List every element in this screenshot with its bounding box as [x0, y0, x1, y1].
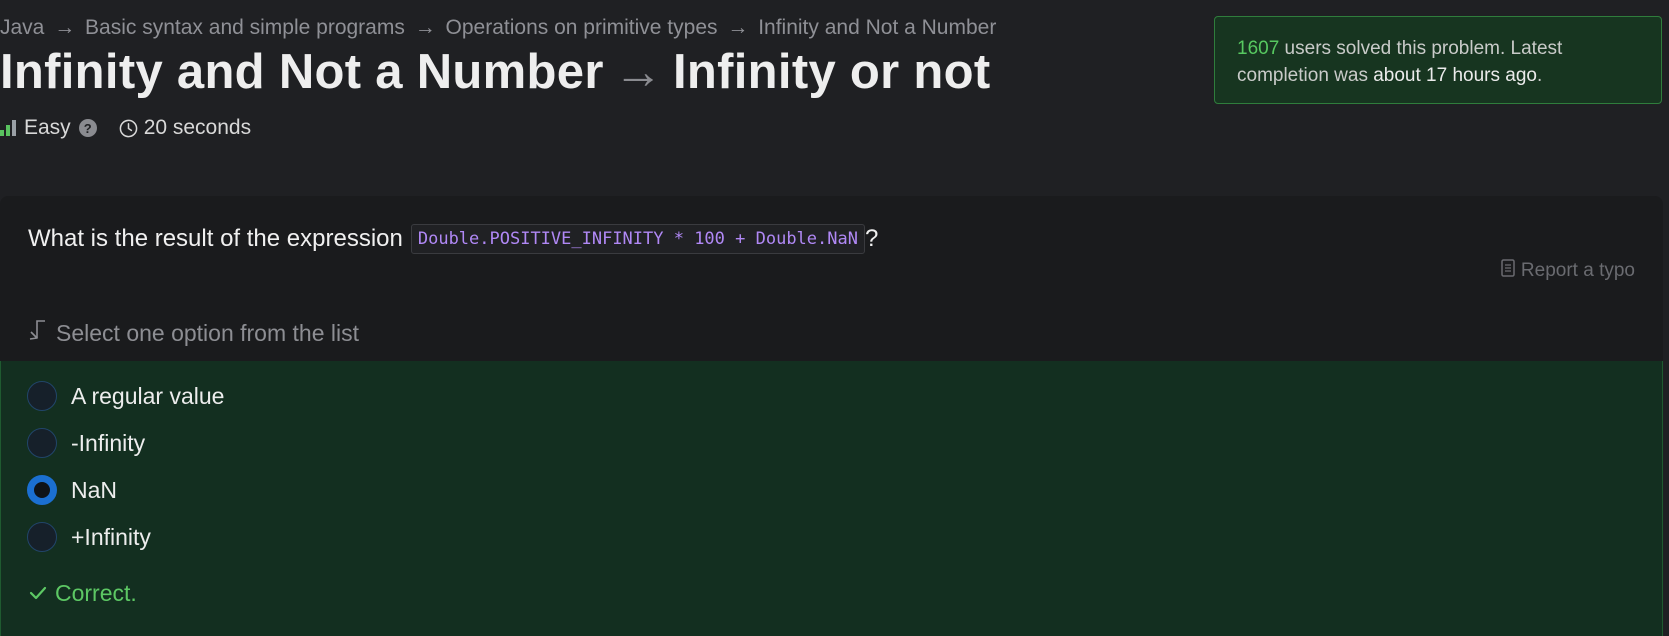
duration-label: 20 seconds [143, 116, 252, 139]
clock-icon [119, 119, 138, 138]
report-typo-link[interactable]: Report a typo [1501, 259, 1635, 283]
question-code: Double.POSITIVE_INFINITY * 100 + Double.… [410, 224, 865, 254]
question-prompt: What is the result of the expression [28, 225, 403, 252]
title-topic[interactable]: Infinity and Not a Number [0, 45, 604, 99]
problem-meta: Easy ? 20 seconds [0, 116, 251, 140]
title-arrow: → [613, 45, 663, 99]
page-title: Infinity and Not a Number → Infinity or no… [0, 44, 991, 100]
radio-button[interactable] [27, 522, 57, 552]
radio-button[interactable] [27, 428, 57, 458]
breadcrumb-separator: → [727, 16, 749, 39]
breadcrumb-separator: → [414, 16, 436, 39]
breadcrumb: Java → Basic syntax and simple programs … [0, 16, 996, 40]
breadcrumb-separator: → [54, 16, 76, 39]
page: Java → Basic syntax and simple programs … [0, 0, 1669, 636]
solved-text-end: . [1536, 65, 1543, 86]
option-label: +Infinity [71, 523, 151, 550]
help-icon[interactable]: ? [78, 119, 97, 137]
report-typo-label: Report a typo [1520, 260, 1635, 281]
option-label: A regular value [71, 382, 225, 409]
solved-stats-box: 1607 users solved this problem. Latest c… [1214, 16, 1662, 104]
option-label: -Infinity [71, 429, 146, 456]
breadcrumb-item-basic-syntax[interactable]: Basic syntax and simple programs [85, 16, 405, 39]
checkmark-icon [29, 580, 47, 607]
breadcrumb-item-operations[interactable]: Operations on primitive types [446, 16, 718, 39]
select-hint: Select one option from the list [26, 318, 359, 348]
option-negative-infinity[interactable]: -Infinity [27, 428, 145, 458]
question-suffix: ? [864, 225, 879, 252]
latest-completion-time: about 17 hours ago [1373, 65, 1537, 86]
select-hint-label: Select one option from the list [56, 319, 359, 346]
solved-count: 1607 [1237, 38, 1280, 59]
option-positive-infinity[interactable]: +Infinity [27, 522, 151, 552]
breadcrumb-item-java[interactable]: Java [0, 16, 44, 39]
return-arrow-icon [26, 318, 48, 348]
breadcrumb-item-infinity-nan[interactable]: Infinity and Not a Number [758, 16, 996, 39]
radio-button-selected[interactable] [27, 475, 57, 505]
option-label: NaN [71, 476, 118, 503]
question-text: What is the result of the expression Dou… [28, 224, 878, 254]
title-problem: Infinity or not [673, 45, 991, 99]
difficulty-label: Easy [24, 116, 71, 139]
option-nan[interactable]: NaN [27, 475, 117, 505]
options-list: A regular value -Infinity NaN +Infinity [0, 361, 1663, 636]
feedback-message: Correct. [29, 580, 137, 607]
feedback-label: Correct. [55, 580, 137, 606]
radio-button[interactable] [27, 381, 57, 411]
question-card: What is the result of the expression Dou… [0, 196, 1663, 636]
difficulty-bars-icon [0, 120, 16, 136]
document-icon [1501, 259, 1515, 283]
option-regular-value[interactable]: A regular value [27, 381, 224, 411]
